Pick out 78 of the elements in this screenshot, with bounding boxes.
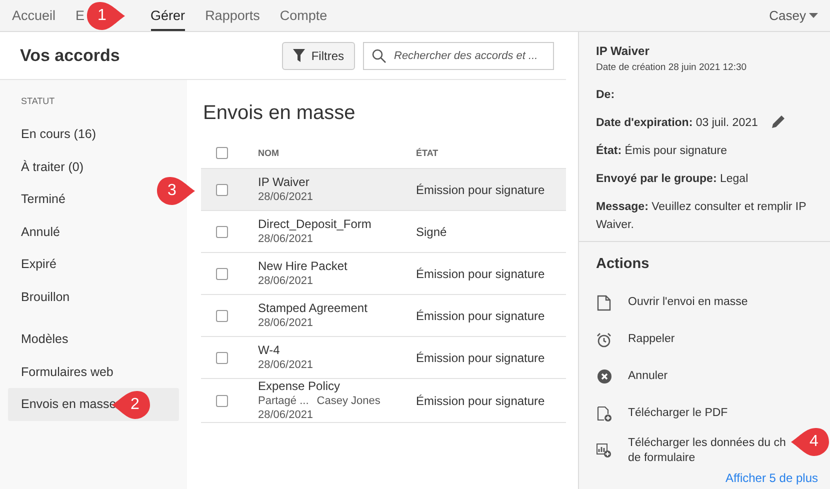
callout-tooltip: 3 <box>156 175 196 207</box>
agreement-name: W-4 <box>258 343 281 358</box>
agreement-name: IP Waiver <box>258 175 310 190</box>
detail-field: Envoyé par le groupe: Legal <box>596 173 748 185</box>
sidebar-item[interactable]: Modèles <box>8 323 179 356</box>
sidebar-item[interactable]: En cours (16) <box>8 118 179 150</box>
select-all-checkbox[interactable] <box>216 146 228 158</box>
detail-field: Message: Veuillez consulter et remplir IP Waiver. <box>596 201 806 231</box>
agreement-date: 28/06/2021 <box>258 274 314 288</box>
detail-field: Date d'expiration: 03 juil. 2021 <box>596 117 758 129</box>
table-row[interactable]: W-4 28/06/2021 Émission pour signature <box>201 337 566 379</box>
filter-icon <box>293 49 306 62</box>
action-link[interactable]: Rappeler <box>628 332 675 347</box>
agreement-date: 28/06/2021 <box>258 408 314 422</box>
agreement-name: Direct_Deposit_Form <box>258 217 372 232</box>
table-row[interactable]: Direct_Deposit_Form 28/06/2021 Signé <box>201 211 566 253</box>
row-checkbox[interactable] <box>216 310 228 322</box>
caret-icon[interactable] <box>809 12 818 18</box>
filter-button[interactable]: Filtres <box>282 42 355 70</box>
actions-heading: Actions <box>596 256 650 272</box>
agreement-date: 28/06/2021 <box>258 232 314 246</box>
row-checkbox[interactable] <box>216 226 228 238</box>
document-icon <box>597 294 611 310</box>
action-link[interactable]: Télécharger le PDF <box>628 406 728 421</box>
nav-tab[interactable]: Compte <box>280 0 328 31</box>
status-cell: Émission pour signature <box>416 308 545 322</box>
status-cell: Émission pour signature <box>416 182 545 196</box>
table-row[interactable]: Expense Policy Partagé ... Casey Jones 28/06/2021 Émission pour signature <box>201 379 566 423</box>
row-checkbox[interactable] <box>216 352 228 364</box>
nav-tab[interactable]: Accueil <box>12 0 56 31</box>
show-more-link[interactable]: Afficher 5 de plus <box>725 471 818 485</box>
status-cell: Signé <box>416 224 447 238</box>
pencil-icon[interactable] <box>772 115 785 128</box>
pdf-add-icon <box>596 406 612 422</box>
agreement-name: Expense Policy <box>258 379 342 394</box>
column-header: ÉTAT <box>416 148 440 158</box>
sidebar-item[interactable]: Brouillon <box>8 280 179 313</box>
search-field[interactable]: Rechercher des accords et ... <box>363 42 554 70</box>
detail-field: État: Émis pour signature <box>596 145 728 157</box>
status-cell: Émission pour signature <box>416 350 545 364</box>
owner-name: Casey Jones <box>316 394 380 408</box>
nav-tab[interactable]: E <box>76 0 85 31</box>
page-title: Vos accords <box>20 46 121 66</box>
agreement-date: 28/06/2021 <box>258 358 314 372</box>
search-icon <box>372 48 386 62</box>
agreement-name: Stamped Agreement <box>258 301 368 316</box>
status-cell: Émission pour signature <box>416 266 545 280</box>
agreement-date: 28/06/2021 <box>258 190 314 204</box>
user-menu[interactable]: Casey <box>769 8 806 23</box>
chart-add-icon <box>596 443 612 458</box>
table-row[interactable]: New Hire Packet 28/06/2021 Émission pour signature <box>201 253 566 295</box>
sidebar-item[interactable]: Expiré <box>8 248 179 280</box>
nav-tab[interactable]: Gérer <box>150 0 186 31</box>
callout-tooltip: 1 <box>86 0 126 32</box>
nav-tab[interactable]: Rapports <box>205 0 260 31</box>
section-heading: STATUT <box>20 96 56 106</box>
alarm-clock-icon <box>596 332 612 348</box>
row-checkbox[interactable] <box>216 268 228 280</box>
creation-date: Date de création 28 juin 2021 12:30 <box>596 62 748 73</box>
detail-title: IP Waiver <box>596 44 650 58</box>
sidebar-item[interactable]: Formulaires web <box>8 356 179 388</box>
column-header: NOM <box>258 148 280 158</box>
detail-field: De: <box>596 89 615 101</box>
agreement-name: New Hire Packet <box>258 259 348 274</box>
sidebar-item[interactable]: Annulé <box>8 216 179 248</box>
row-checkbox[interactable] <box>216 394 228 406</box>
cancel-icon <box>596 369 612 384</box>
shared-label: Partagé ... <box>258 394 309 408</box>
action-link[interactable]: Télécharger les données du ch de formulaire <box>628 436 786 466</box>
list-title: Envois en masse <box>202 102 356 125</box>
action-link[interactable]: Ouvrir l'envoi en masse <box>628 295 748 310</box>
table-row[interactable]: Stamped Agreement 28/06/2021 Émission pour signature <box>201 295 566 337</box>
row-checkbox[interactable] <box>216 184 228 196</box>
callout-tooltip: 4 <box>790 426 830 458</box>
agreement-date: 28/06/2021 <box>258 316 314 330</box>
table-row[interactable]: IP Waiver 28/06/2021 Émission pour signature <box>201 169 566 211</box>
status-cell: Émission pour signature <box>416 394 545 408</box>
action-link[interactable]: Annuler <box>628 369 668 384</box>
